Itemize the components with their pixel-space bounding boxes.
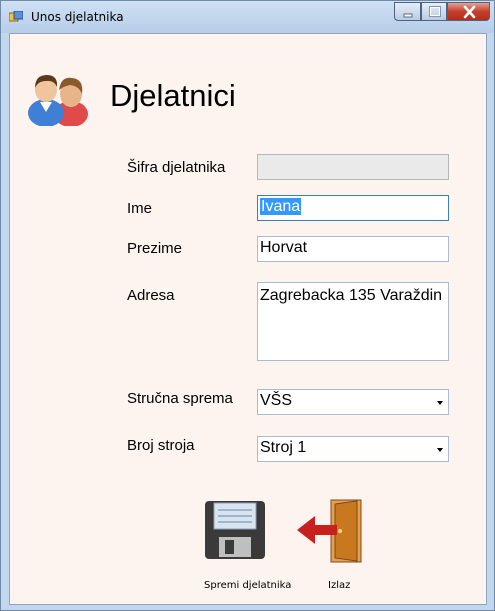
maximize-button[interactable] [421,2,447,21]
chevron-down-icon [437,401,443,405]
prezime-field[interactable]: Horvat [257,236,449,262]
ime-label: Ime [127,200,153,217]
minimize-icon [403,13,413,18]
stroj-select[interactable]: Stroj 1 [257,436,449,462]
sifra-label: Šifra djelatnika [127,159,226,176]
adresa-label: Adresa [127,287,175,304]
save-button[interactable] [202,498,272,564]
ime-field[interactable]: Ivana [257,195,449,221]
exit-button-label: Izlaz [328,580,351,591]
stroj-label: Broj stroja [127,437,195,454]
window-title: Unos djelatnika [31,10,124,24]
ime-value: Ivana [260,198,302,215]
floppy-disk-icon [205,501,265,559]
page-title: Djelatnici [110,78,236,113]
window-app-icon [9,11,23,22]
close-icon [463,5,476,19]
adresa-field[interactable]: Zagrebacka 135 Varaždin [257,282,449,361]
chevron-down-icon [437,448,443,452]
exit-door-icon [297,499,362,563]
maximize-icon [429,6,441,17]
title-bar[interactable]: Unos djelatnika [1,1,494,33]
app-window: Unos djelatnika Djelatnici Šifra djelatn… [0,0,495,611]
form-area: Djelatnici Šifra djelatnika Ime Ivana Pr… [9,33,487,605]
close-button[interactable] [447,2,490,21]
people-icon [28,75,88,126]
minimize-button[interactable] [394,2,421,21]
prezime-label: Prezime [127,240,183,257]
exit-button[interactable] [295,498,365,564]
sprema-value: VŠS [260,392,293,409]
sprema-label: Stručna sprema [127,390,233,407]
stroj-value: Stroj 1 [260,439,307,456]
sprema-select[interactable]: VŠS [257,389,449,415]
save-button-label: Spremi djelatnika [204,580,292,591]
sifra-field[interactable] [257,154,449,180]
